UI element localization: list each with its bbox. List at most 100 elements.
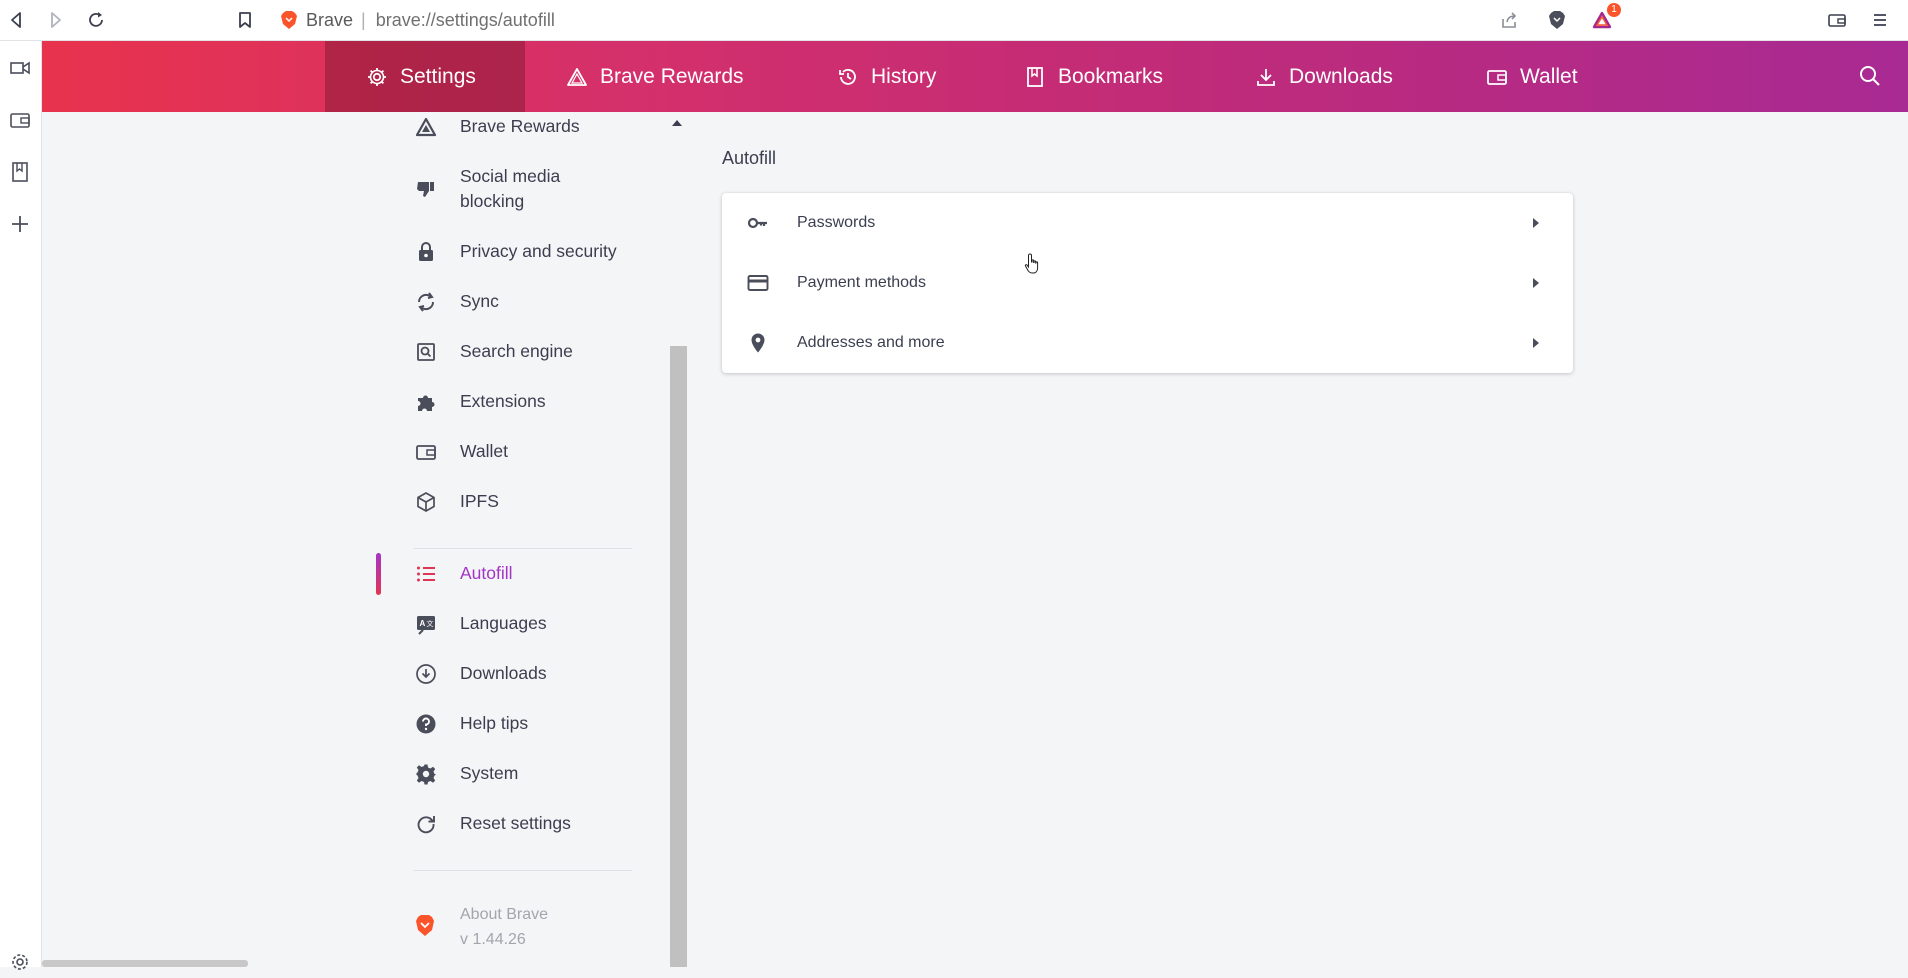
sidebar-item-label: Search engine	[460, 341, 573, 361]
url-brand-label: Brave	[306, 9, 354, 30]
help-icon	[414, 712, 438, 736]
list-icon	[414, 562, 438, 586]
url-text[interactable]: brave://settings/autofill	[376, 10, 555, 31]
tab-history-label: History	[871, 64, 937, 88]
forward-button[interactable]	[40, 5, 70, 35]
thumbs-down-icon	[414, 177, 438, 201]
puzzle-icon	[414, 390, 438, 414]
triangle-icon	[567, 67, 587, 86]
payment-methods-row[interactable]: Payment methods	[722, 253, 1573, 313]
chevron-right-icon	[1533, 278, 1539, 288]
sidebar-settings-button[interactable]	[4, 946, 36, 978]
nav-divider	[414, 870, 632, 871]
tab-history[interactable]: History	[837, 41, 936, 112]
brave-lion-icon	[414, 914, 438, 938]
settings-side-nav: Brave Rewards Social media blocking Priv…	[376, 112, 688, 967]
plus-icon	[12, 216, 28, 232]
sync-icon	[414, 290, 438, 314]
sidebar-wallet-button[interactable]	[4, 104, 36, 136]
sidebar-video-button[interactable]	[4, 52, 36, 84]
lock-icon	[414, 240, 438, 264]
autofill-card: Passwords Payment methods Addresses and …	[722, 193, 1573, 373]
brave-shields-button[interactable]	[1542, 5, 1572, 35]
chevron-right-icon	[1533, 338, 1539, 348]
reload-icon	[89, 12, 103, 27]
settings-top-nav: Settings Brave Rewards History Bookmarks…	[42, 41, 1908, 112]
history-icon	[839, 68, 856, 85]
vertical-scrollbar[interactable]	[670, 346, 687, 967]
tab-brave-rewards-label: Brave Rewards	[600, 64, 744, 88]
wallet-toolbar-button[interactable]	[1822, 5, 1852, 35]
bookmark-page-button[interactable]	[230, 5, 260, 35]
brave-lion-icon	[281, 11, 297, 29]
browser-toolbar: Brave | brave://settings/autofill 1	[0, 0, 1908, 41]
active-indicator	[376, 553, 381, 595]
vertical-sidebar	[0, 41, 42, 970]
share-button[interactable]	[1494, 5, 1524, 35]
sidebar-item-label: Autofill	[460, 563, 513, 583]
main-menu-button[interactable]	[1865, 5, 1895, 35]
bookmarks-book-icon	[12, 162, 28, 182]
download-icon	[414, 662, 438, 686]
tab-bookmarks-label: Bookmarks	[1058, 64, 1164, 88]
wallet-icon	[414, 440, 438, 464]
reload-button[interactable]	[81, 5, 111, 35]
about-brave-label: About Brave	[460, 906, 549, 923]
location-pin-icon	[746, 331, 770, 355]
languages-icon: A文	[414, 612, 438, 636]
sidebar-bookmarks-button[interactable]	[4, 156, 36, 188]
gear-icon	[414, 762, 438, 786]
search-icon[interactable]	[1858, 64, 1882, 88]
download-icon	[1257, 68, 1275, 86]
bookmark-icon	[239, 12, 251, 28]
sidebar-item-label: Privacy and security	[460, 241, 617, 261]
horizontal-scrollbar[interactable]	[42, 960, 248, 967]
address-bar[interactable]: Brave | brave://settings/autofill	[280, 5, 555, 35]
svg-text:文: 文	[427, 619, 434, 628]
sidebar-item-label: Social media blocking	[460, 166, 561, 211]
sidebar-item-label: System	[460, 763, 519, 783]
tab-downloads[interactable]: Downloads	[1255, 41, 1393, 112]
passwords-label: Passwords	[797, 214, 876, 231]
tab-settings-label: Settings	[400, 64, 476, 88]
sidebar-item-label: Wallet	[460, 441, 508, 461]
gear-icon	[368, 67, 386, 86]
url-separator: |	[361, 9, 366, 30]
share-icon	[1502, 12, 1517, 28]
sidebar-item-label: Extensions	[460, 391, 546, 411]
tab-wallet[interactable]: Wallet	[1486, 41, 1578, 112]
sidebar-item-label: Reset settings	[460, 813, 571, 833]
hamburger-menu-icon	[1874, 14, 1886, 26]
hand-cursor-icon	[1024, 253, 1039, 274]
forward-arrow-icon	[51, 12, 61, 28]
page-title: Autofill	[722, 148, 777, 168]
svg-text:A: A	[420, 619, 426, 628]
credit-card-icon	[746, 271, 770, 295]
tab-bookmarks[interactable]: Bookmarks	[1024, 41, 1163, 112]
nav-divider	[414, 548, 632, 549]
cube-icon	[414, 490, 438, 514]
passwords-row[interactable]: Passwords	[722, 193, 1573, 253]
sidebar-item-label: Languages	[460, 613, 547, 633]
addresses-row[interactable]: Addresses and more	[722, 313, 1573, 373]
brave-rewards-button[interactable]: 1	[1587, 3, 1621, 35]
search-engine-icon	[414, 340, 438, 364]
sidebar-item-label: Help tips	[460, 713, 529, 733]
brave-shield-icon	[1549, 11, 1565, 29]
back-arrow-icon	[11, 12, 21, 28]
tab-wallet-label: Wallet	[1520, 64, 1578, 88]
brave-rewards-icon	[414, 115, 438, 139]
wallet-icon	[1828, 14, 1846, 27]
sidebar-item-label: Brave Rewards	[460, 116, 580, 136]
chevron-right-icon	[1533, 218, 1539, 228]
gear-icon	[12, 954, 28, 970]
back-button[interactable]	[2, 5, 32, 35]
sidebar-item-label: Downloads	[460, 663, 547, 683]
tab-settings[interactable]: Settings	[325, 41, 525, 112]
key-icon	[746, 211, 770, 235]
reset-icon	[414, 812, 438, 836]
collapse-up-arrow-icon[interactable]	[672, 120, 682, 126]
tab-brave-rewards[interactable]: Brave Rewards	[566, 41, 744, 112]
rewards-badge: 1	[1607, 3, 1621, 17]
sidebar-add-button[interactable]	[4, 208, 36, 240]
